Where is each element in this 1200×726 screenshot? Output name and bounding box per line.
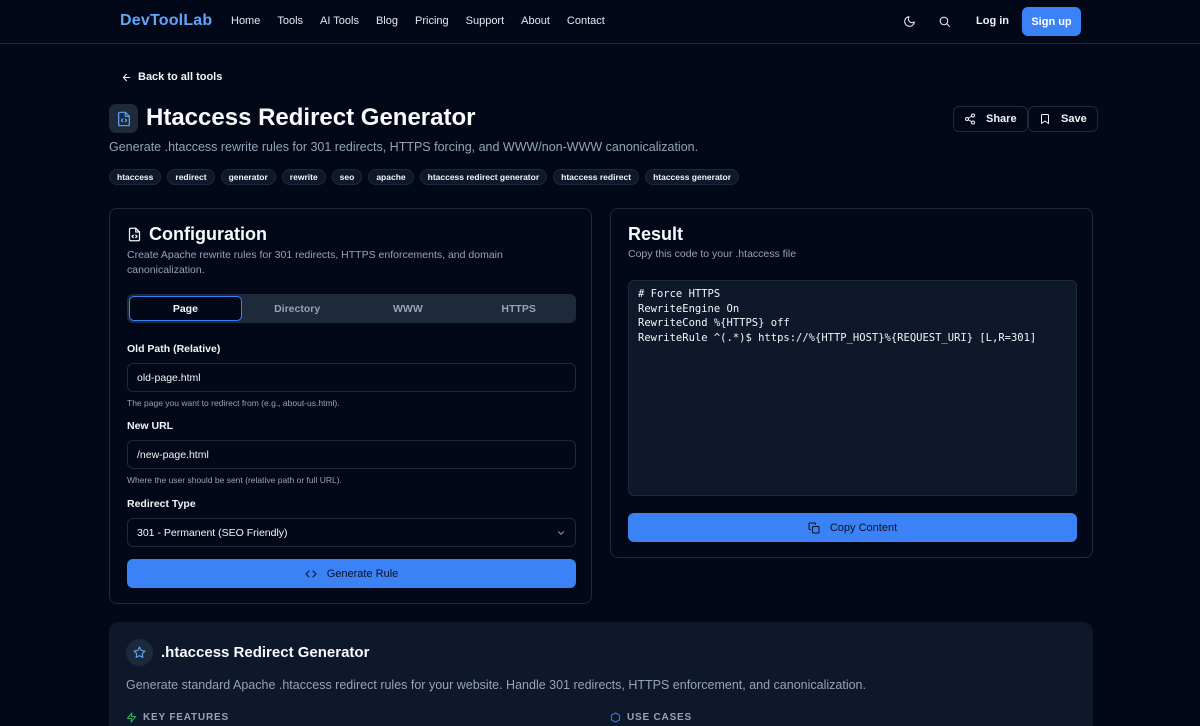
- nav-link-pricing[interactable]: Pricing: [415, 15, 449, 27]
- arrow-left-icon: [122, 73, 131, 81]
- configuration-title: Configuration: [149, 224, 267, 244]
- nav-link-tools[interactable]: Tools: [277, 15, 303, 27]
- configuration-description: Create Apache rewrite rules for 301 redi…: [127, 249, 503, 276]
- share-button[interactable]: Share: [953, 106, 1028, 132]
- info-description: Generate standard Apache .htaccess redir…: [126, 678, 866, 692]
- file-code-icon: [109, 104, 138, 133]
- generate-rule-label: Generate Rule: [326, 567, 399, 580]
- tag[interactable]: redirect: [167, 169, 215, 185]
- bookmark-icon: [1041, 114, 1049, 124]
- tag[interactable]: htaccess: [109, 169, 162, 185]
- back-link-label: Back to all tools: [138, 71, 223, 83]
- share-icon: [965, 113, 975, 125]
- result-description: Copy this code to your .htaccess file: [628, 248, 797, 260]
- search-icon[interactable]: [932, 9, 956, 33]
- nav-links: Home Tools AI Tools Blog Pricing Support…: [231, 15, 605, 27]
- nav-link-ai-tools[interactable]: AI Tools: [320, 15, 359, 27]
- copy-content-button[interactable]: Copy Content: [628, 513, 1077, 542]
- logo[interactable]: DevToolLab: [120, 12, 212, 30]
- tab-directory[interactable]: Directory: [242, 296, 353, 321]
- info-section: .htaccess Redirect Generator Generate st…: [109, 622, 1093, 726]
- login-link[interactable]: Log in: [976, 15, 1009, 27]
- chevron-down-icon: [558, 530, 564, 535]
- tag-list: htaccess redirect generator rewrite seo …: [109, 169, 740, 185]
- top-nav: DevToolLab Home Tools AI Tools Blog Pric…: [0, 0, 1200, 44]
- tab-page[interactable]: Page: [129, 296, 242, 321]
- star-icon: [126, 639, 153, 666]
- tag[interactable]: rewrite: [281, 169, 326, 185]
- new-url-help: Where the user should be sent (relative …: [127, 475, 342, 485]
- nav-link-about[interactable]: About: [521, 15, 550, 27]
- nav-link-support[interactable]: Support: [466, 15, 505, 27]
- copy-icon: [808, 522, 820, 533]
- configuration-heading: Configuration: [127, 224, 267, 245]
- save-label: Save: [1061, 113, 1087, 125]
- tag[interactable]: seo: [331, 169, 363, 185]
- configuration-card: Configuration Create Apache rewrite rule…: [109, 208, 592, 604]
- old-path-input[interactable]: [127, 363, 576, 392]
- page-subtitle: Generate .htaccess rewrite rules for 301…: [109, 140, 699, 154]
- new-url-input[interactable]: [127, 440, 576, 469]
- code-line: RewriteEngine On: [638, 302, 740, 315]
- new-url-label: New URL: [127, 420, 174, 432]
- theme-toggle-moon-icon[interactable]: [897, 9, 921, 33]
- file-settings-icon: [128, 227, 141, 242]
- code-line: RewriteRule ^(.*)$ https://%{HTTP_HOST}%…: [638, 331, 1037, 344]
- code-line: # Force HTTPS: [638, 288, 721, 300]
- old-path-help: The page you want to redirect from (e.g.…: [127, 398, 340, 408]
- zap-icon: [126, 712, 137, 723]
- tab-www[interactable]: WWW: [353, 296, 464, 321]
- nav-link-blog[interactable]: Blog: [376, 15, 398, 27]
- tag[interactable]: htaccess redirect generator: [419, 169, 548, 185]
- code-output[interactable]: # Force HTTPS RewriteEngine On RewriteCo…: [628, 280, 1077, 496]
- copy-content-label: Copy Content: [829, 521, 898, 534]
- nav-link-home[interactable]: Home: [231, 15, 260, 27]
- result-card: Result Copy this code to your .htaccess …: [610, 208, 1093, 558]
- key-features-heading: KEY FEATURES: [126, 712, 229, 723]
- tag[interactable]: htaccess redirect: [553, 169, 640, 185]
- hexagon-icon: [610, 712, 621, 723]
- generate-rule-button[interactable]: Generate Rule: [127, 559, 576, 588]
- redirect-type-label: Redirect Type: [127, 498, 196, 510]
- use-cases-label: USE CASES: [627, 712, 692, 723]
- nav-link-contact[interactable]: Contact: [567, 15, 605, 27]
- save-button[interactable]: Save: [1028, 106, 1098, 132]
- info-title: .htaccess Redirect Generator: [161, 644, 370, 661]
- result-title: Result: [628, 224, 684, 244]
- page-title: Htaccess Redirect Generator: [146, 104, 476, 131]
- redirect-type-value: 301 - Permanent (SEO Friendly): [137, 526, 288, 539]
- share-label: Share: [986, 113, 1017, 125]
- tag[interactable]: htaccess generator: [645, 169, 740, 185]
- tag[interactable]: generator: [220, 169, 276, 185]
- key-features-label: KEY FEATURES: [143, 712, 229, 723]
- tag[interactable]: apache: [368, 169, 414, 185]
- signup-button[interactable]: Sign up: [1022, 7, 1081, 36]
- mode-tabs: Page Directory WWW HTTPS: [127, 294, 576, 323]
- code-icon: [305, 570, 317, 577]
- redirect-type-select[interactable]: 301 - Permanent (SEO Friendly): [127, 518, 576, 547]
- tab-https[interactable]: HTTPS: [463, 296, 574, 321]
- back-link[interactable]: Back to all tools: [121, 71, 222, 83]
- use-cases-heading: USE CASES: [610, 712, 692, 723]
- code-line: RewriteCond %{HTTPS} off: [638, 317, 790, 329]
- old-path-label: Old Path (Relative): [127, 343, 221, 355]
